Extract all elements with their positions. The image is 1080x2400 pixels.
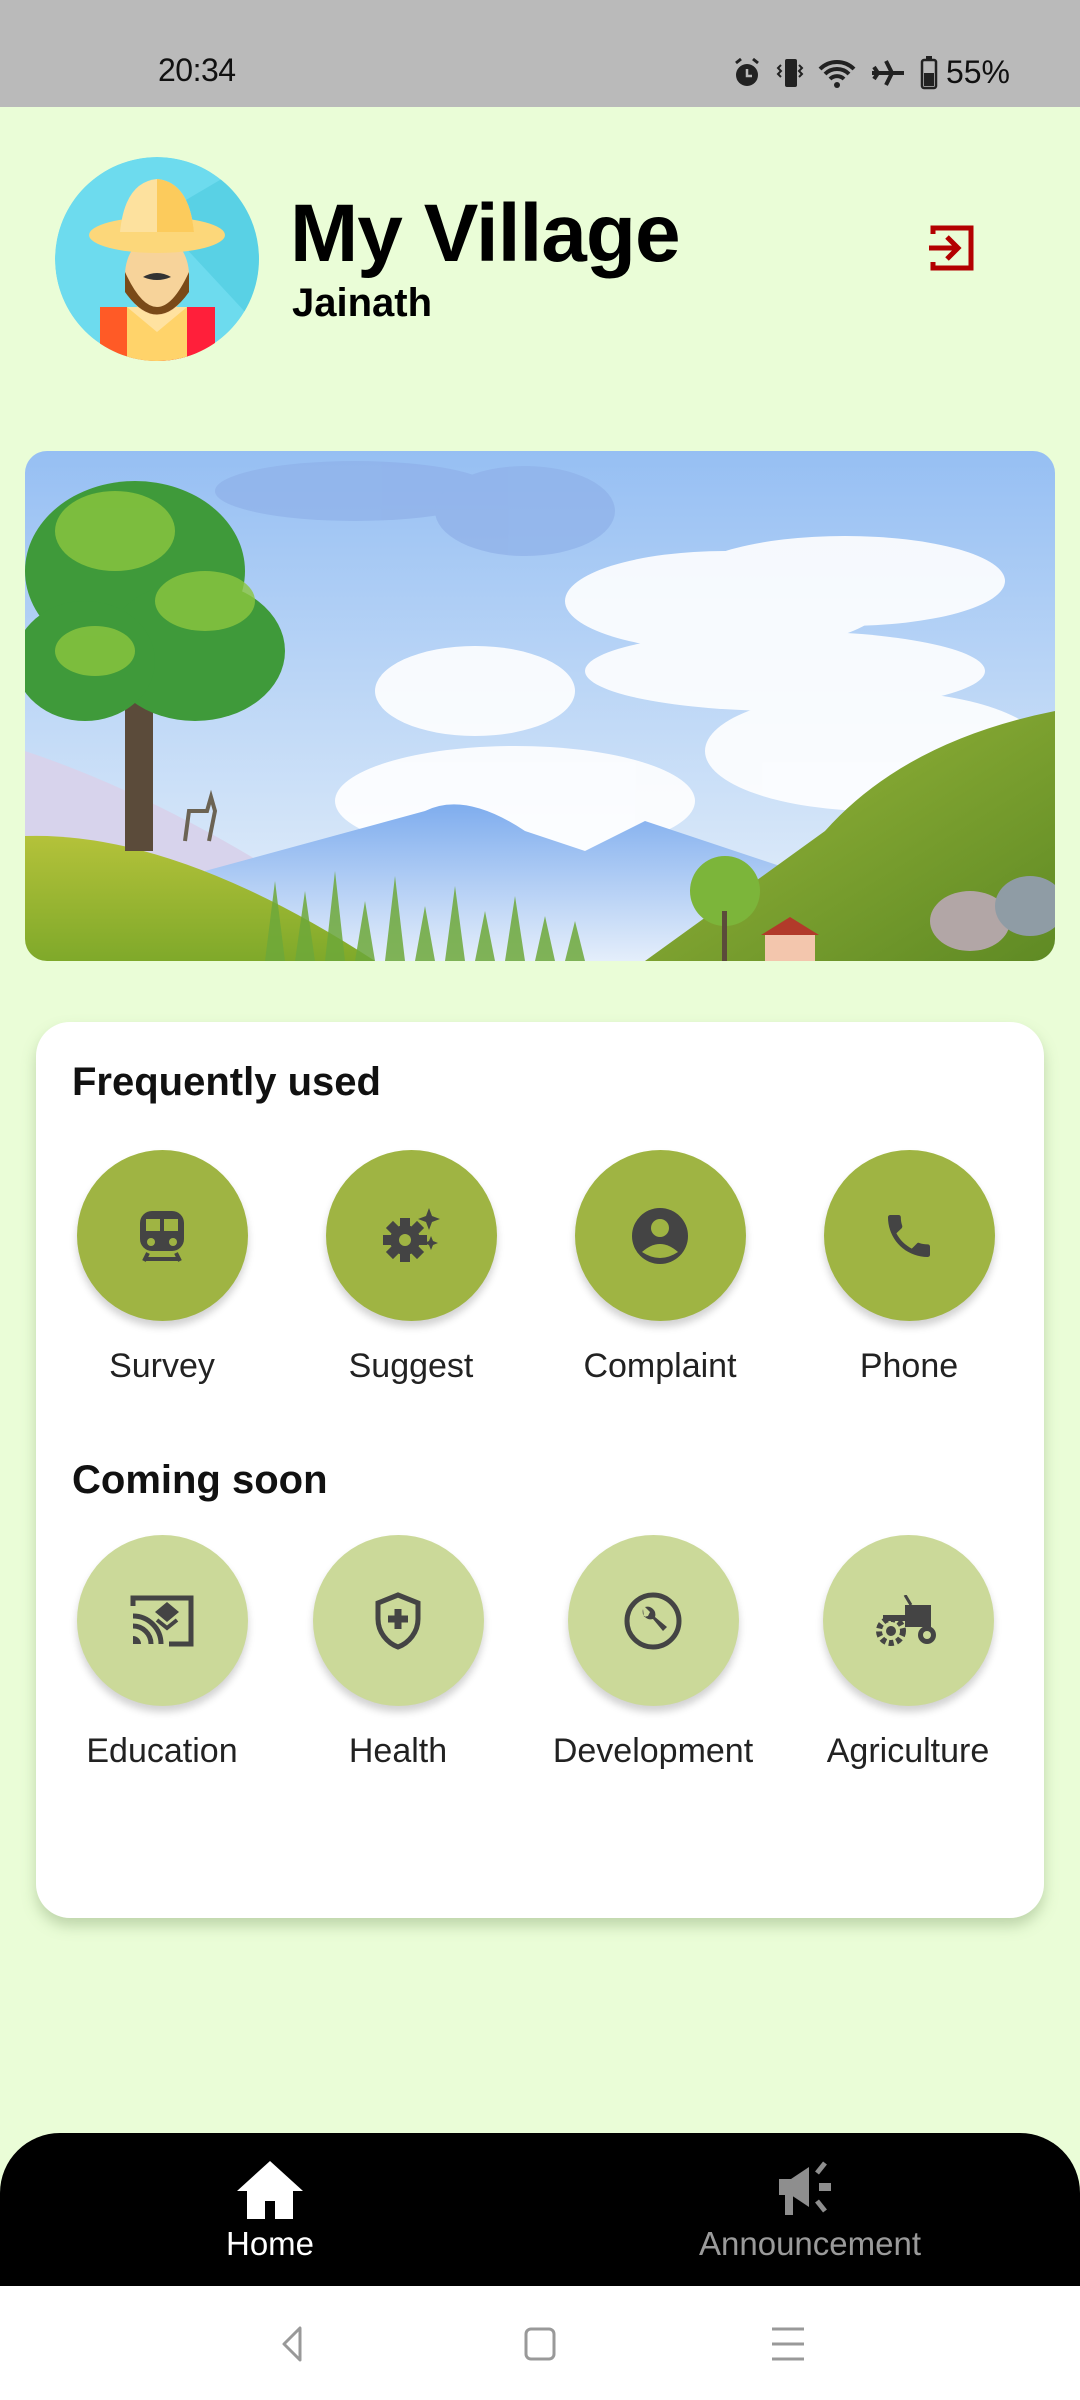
home-icon <box>237 2161 303 2219</box>
village-banner <box>25 451 1055 961</box>
agriculture-button[interactable]: Agriculture <box>793 1535 1023 1771</box>
logout-button[interactable] <box>923 220 979 276</box>
agriculture-label: Agriculture <box>826 1732 990 1770</box>
cast-for-education-icon <box>130 1595 194 1646</box>
train-icon <box>140 1210 184 1262</box>
village-name: Jainath <box>292 281 433 325</box>
coming-soon-heading: Coming soon <box>72 1458 328 1502</box>
system-back-button[interactable] <box>260 2314 320 2374</box>
back-icon <box>282 2326 302 2362</box>
agriculture-circle[interactable] <box>822 1535 994 1706</box>
complaint-label: Complaint <box>583 1347 737 1385</box>
farmer-avatar[interactable] <box>55 157 259 361</box>
phone-button[interactable]: Phone <box>794 1150 1024 1386</box>
status-icons: 55% <box>732 54 1010 91</box>
suggest-button[interactable]: Suggest <box>296 1150 526 1386</box>
vibrate-icon <box>776 58 804 87</box>
bottom-navigation: Home Announcement <box>0 2133 1080 2286</box>
development-button[interactable]: Development <box>538 1535 768 1771</box>
health-button[interactable]: Health <box>283 1535 513 1771</box>
survey-label: Survey <box>109 1347 215 1385</box>
health-circle[interactable] <box>312 1535 484 1706</box>
frequently-used-heading: Frequently used <box>72 1060 381 1104</box>
status-time: 20:34 <box>158 52 236 88</box>
tractor-icon <box>876 1594 936 1646</box>
phone-icon <box>888 1214 930 1257</box>
build-circle-icon <box>624 1592 682 1649</box>
survey-button[interactable]: Survey <box>47 1150 277 1386</box>
system-home-button[interactable] <box>510 2314 570 2374</box>
complaint-button[interactable]: Complaint <box>545 1150 775 1386</box>
survey-circle[interactable] <box>76 1150 248 1321</box>
suggest-label: Suggest <box>348 1347 474 1385</box>
logout-icon <box>929 225 974 271</box>
education-label: Education <box>86 1732 238 1770</box>
status-bar: 20:34 55% <box>0 0 1080 107</box>
campaign-icon <box>779 2161 831 2215</box>
nav-announcement-label: Announcement <box>699 2225 921 2262</box>
settings-sparkle-icon <box>383 1207 440 1262</box>
nav-announcement[interactable]: Announcement <box>680 2133 940 2286</box>
phone-label: Phone <box>859 1347 959 1385</box>
recents-menu-icon <box>772 2327 804 2361</box>
health-label: Health <box>348 1732 448 1770</box>
nav-home-label: Home <box>225 2225 315 2262</box>
complaint-circle[interactable] <box>574 1150 746 1321</box>
health-shield-icon <box>375 1591 421 1650</box>
battery-percent: 55% <box>945 54 1010 90</box>
phone-circle[interactable] <box>823 1150 995 1321</box>
suggest-circle[interactable] <box>325 1150 497 1321</box>
wifi-icon <box>818 59 856 88</box>
header: My Village Jainath <box>0 107 1080 407</box>
education-circle[interactable] <box>76 1535 248 1706</box>
development-label: Development <box>552 1732 754 1770</box>
system-navigation-bar <box>0 2286 1080 2400</box>
alarm-icon <box>735 57 759 86</box>
development-circle[interactable] <box>567 1535 739 1706</box>
system-recents-button[interactable] <box>758 2314 818 2374</box>
app-title: My Village <box>290 188 681 279</box>
account-circle-icon <box>632 1207 688 1264</box>
education-button[interactable]: Education <box>47 1535 277 1771</box>
nav-home[interactable]: Home <box>170 2133 370 2286</box>
battery-icon <box>920 55 938 89</box>
square-home-icon <box>524 2327 556 2361</box>
airplane-mode-icon <box>871 59 904 86</box>
services-card: Frequently used Survey Suggest Complaint… <box>36 1022 1044 1918</box>
